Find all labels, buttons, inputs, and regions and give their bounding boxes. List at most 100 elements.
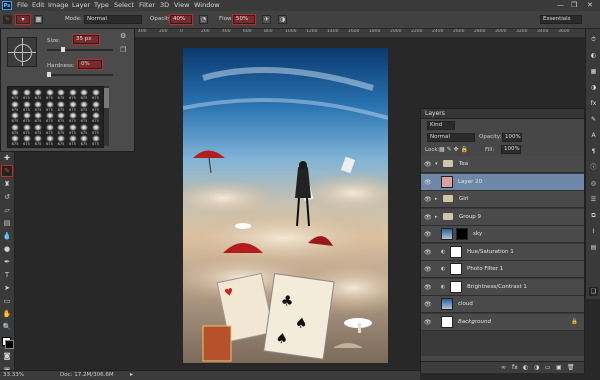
brush-preset[interactable]: 675 bbox=[56, 135, 66, 147]
brush-grid-scrollbar[interactable] bbox=[104, 86, 109, 146]
layer-row[interactable]: 👁 ◐ Brightness/Contrast 1 bbox=[421, 278, 584, 296]
new-adjustment-icon[interactable]: ◑ bbox=[534, 364, 539, 371]
brush-angle-preview[interactable] bbox=[7, 37, 37, 67]
brush-preset[interactable]: 675 bbox=[68, 89, 78, 101]
pressure-opacity-icon[interactable]: ◔ bbox=[199, 15, 208, 24]
layer-row[interactable]: 👁 sky bbox=[421, 226, 584, 243]
info-panel-icon[interactable]: ⓘ bbox=[589, 163, 598, 172]
new-preset-icon[interactable]: ❐ bbox=[120, 46, 126, 54]
character-panel-icon[interactable]: A bbox=[589, 131, 598, 140]
maximize-button[interactable]: ❐ bbox=[571, 1, 577, 9]
path-selection-icon[interactable]: ➤ bbox=[2, 283, 12, 293]
gear-icon[interactable]: ⚙ bbox=[120, 32, 126, 40]
add-mask-icon[interactable]: ◐ bbox=[523, 364, 528, 371]
menu-file[interactable]: File bbox=[17, 1, 28, 9]
brush-tool-preset-icon[interactable]: ✎ bbox=[3, 15, 12, 24]
brush-preset[interactable]: 675 bbox=[45, 135, 55, 147]
visibility-eye-icon[interactable]: 👁 bbox=[424, 231, 432, 238]
blur-icon[interactable]: 💧 bbox=[2, 231, 12, 241]
group-toggle-icon[interactable]: ▸ bbox=[435, 196, 438, 202]
layer-row[interactable]: 👁 ▸ Group 9 bbox=[421, 208, 584, 226]
visibility-eye-icon[interactable]: 👁 bbox=[424, 284, 432, 291]
background-color-swatch[interactable] bbox=[5, 340, 14, 349]
brush-preset[interactable]: 675 bbox=[91, 89, 101, 101]
filter-kind-select[interactable]: Kind bbox=[427, 121, 455, 130]
hand-icon[interactable]: ✋ bbox=[2, 309, 12, 319]
brush-picker-button[interactable]: ▾ bbox=[15, 14, 31, 25]
brush-preset[interactable]: 675 bbox=[22, 89, 32, 101]
menu-select[interactable]: Select bbox=[114, 1, 134, 9]
opacity-input[interactable]: 40% bbox=[169, 14, 193, 25]
brush-preset[interactable]: 675 bbox=[68, 135, 78, 147]
paragraph-panel-icon[interactable]: ¶ bbox=[589, 147, 598, 156]
pressure-size-icon[interactable]: ◑ bbox=[278, 15, 287, 24]
brush-preset[interactable]: 675 bbox=[22, 100, 32, 113]
brush-preset-grid[interactable]: 675 675 675 675 675 675 675 675 675 675 675 675 675 6… bbox=[7, 86, 104, 148]
workspace-select[interactable]: Essentials bbox=[540, 15, 582, 24]
brush-panel-icon[interactable]: ✎ bbox=[589, 115, 598, 124]
menu-filter[interactable]: Filter bbox=[139, 1, 155, 9]
brush-preset[interactable]: 675 bbox=[10, 89, 20, 101]
brush-preset[interactable]: 675 bbox=[45, 100, 55, 113]
brush-tool-icon[interactable]: ✎ bbox=[1, 165, 13, 177]
brush-preset[interactable]: 675 bbox=[56, 89, 66, 101]
brush-panel-toggle-icon[interactable]: ▦ bbox=[34, 15, 43, 24]
brush-preset[interactable]: 675 bbox=[56, 100, 66, 113]
brush-preset[interactable]: 675 bbox=[22, 112, 32, 124]
group-toggle-icon[interactable]: ▸ bbox=[435, 214, 438, 220]
adjustments-panel-icon[interactable]: ◑ bbox=[589, 83, 598, 92]
shape-icon[interactable]: ▭ bbox=[2, 296, 12, 306]
menu-view[interactable]: View bbox=[174, 1, 189, 9]
link-layers-icon[interactable]: ∞ bbox=[501, 364, 506, 371]
paths-panel-icon[interactable]: ⌇ bbox=[589, 227, 598, 236]
brush-preset[interactable]: 675 bbox=[45, 89, 55, 101]
brush-preset[interactable]: 675 bbox=[68, 123, 78, 136]
type-tool-icon[interactable]: T bbox=[2, 270, 12, 280]
visibility-eye-icon[interactable]: 👁 bbox=[424, 179, 432, 186]
brush-hardness-input[interactable]: 0% bbox=[77, 59, 103, 70]
brush-preset[interactable]: 675 bbox=[68, 112, 78, 124]
layer-row[interactable]: 👁 Layer 20 bbox=[421, 173, 584, 191]
clone-stamp-icon[interactable]: ♜ bbox=[2, 179, 12, 189]
visibility-eye-icon[interactable]: 👁 bbox=[424, 249, 432, 256]
layers-panel-icon[interactable]: ❑ bbox=[589, 287, 598, 296]
minimize-button[interactable]: — bbox=[557, 1, 564, 9]
visibility-eye-icon[interactable]: 👁 bbox=[424, 196, 432, 203]
layer-mask-thumbnail[interactable] bbox=[456, 228, 468, 240]
airbrush-icon[interactable]: ✈ bbox=[262, 15, 271, 24]
brush-preset[interactable]: 675 bbox=[45, 123, 55, 136]
brush-preset[interactable]: 675 bbox=[91, 112, 101, 124]
menu-edit[interactable]: Edit bbox=[32, 1, 45, 9]
history-panel-icon[interactable]: ⏱ bbox=[589, 35, 598, 44]
brush-preset[interactable]: 675 bbox=[10, 123, 20, 136]
brush-preset[interactable]: 675 bbox=[56, 123, 66, 136]
layer-row[interactable]: 👁 ▸ Girl bbox=[421, 191, 584, 208]
brush-size-slider[interactable] bbox=[47, 49, 113, 51]
lock-pixels-icon[interactable]: ▦ ✎ ✥ 🔒 bbox=[439, 146, 468, 153]
dodge-icon[interactable]: ● bbox=[2, 244, 12, 254]
brush-size-input[interactable]: 35 px bbox=[72, 34, 100, 45]
brush-preset[interactable]: 675 bbox=[45, 112, 55, 124]
menu-layer[interactable]: Layer bbox=[72, 1, 90, 9]
brush-hardness-slider-knob[interactable] bbox=[47, 72, 51, 77]
brush-preset[interactable]: 675 bbox=[91, 123, 101, 136]
brush-preset[interactable]: 675 bbox=[79, 100, 89, 113]
brush-preset[interactable]: 675 bbox=[10, 135, 20, 147]
visibility-eye-icon[interactable]: 👁 bbox=[424, 214, 432, 221]
trash-icon[interactable]: 🗑 bbox=[567, 364, 575, 371]
brush-preset[interactable]: 675 bbox=[22, 123, 32, 136]
gradient-icon[interactable]: ▤ bbox=[2, 218, 12, 228]
menu-type[interactable]: Type bbox=[94, 1, 109, 9]
new-group-icon[interactable]: ▭ bbox=[545, 364, 551, 371]
visibility-eye-icon[interactable]: 👁 bbox=[424, 266, 432, 273]
channels-panel-icon[interactable]: ▤ bbox=[589, 243, 598, 252]
brush-preset[interactable]: 675 bbox=[79, 135, 89, 147]
brush-preset[interactable]: 675 bbox=[33, 100, 43, 113]
layer-opacity-input[interactable]: 100% bbox=[502, 133, 522, 142]
brush-preset[interactable]: 675 bbox=[33, 112, 43, 124]
menu-window[interactable]: Window bbox=[194, 1, 220, 9]
brush-preset[interactable]: 675 bbox=[68, 100, 78, 113]
quick-mask-icon[interactable]: ◙ bbox=[2, 351, 12, 361]
visibility-eye-icon[interactable]: 👁 bbox=[424, 301, 432, 308]
close-button[interactable]: ✕ bbox=[587, 1, 593, 9]
